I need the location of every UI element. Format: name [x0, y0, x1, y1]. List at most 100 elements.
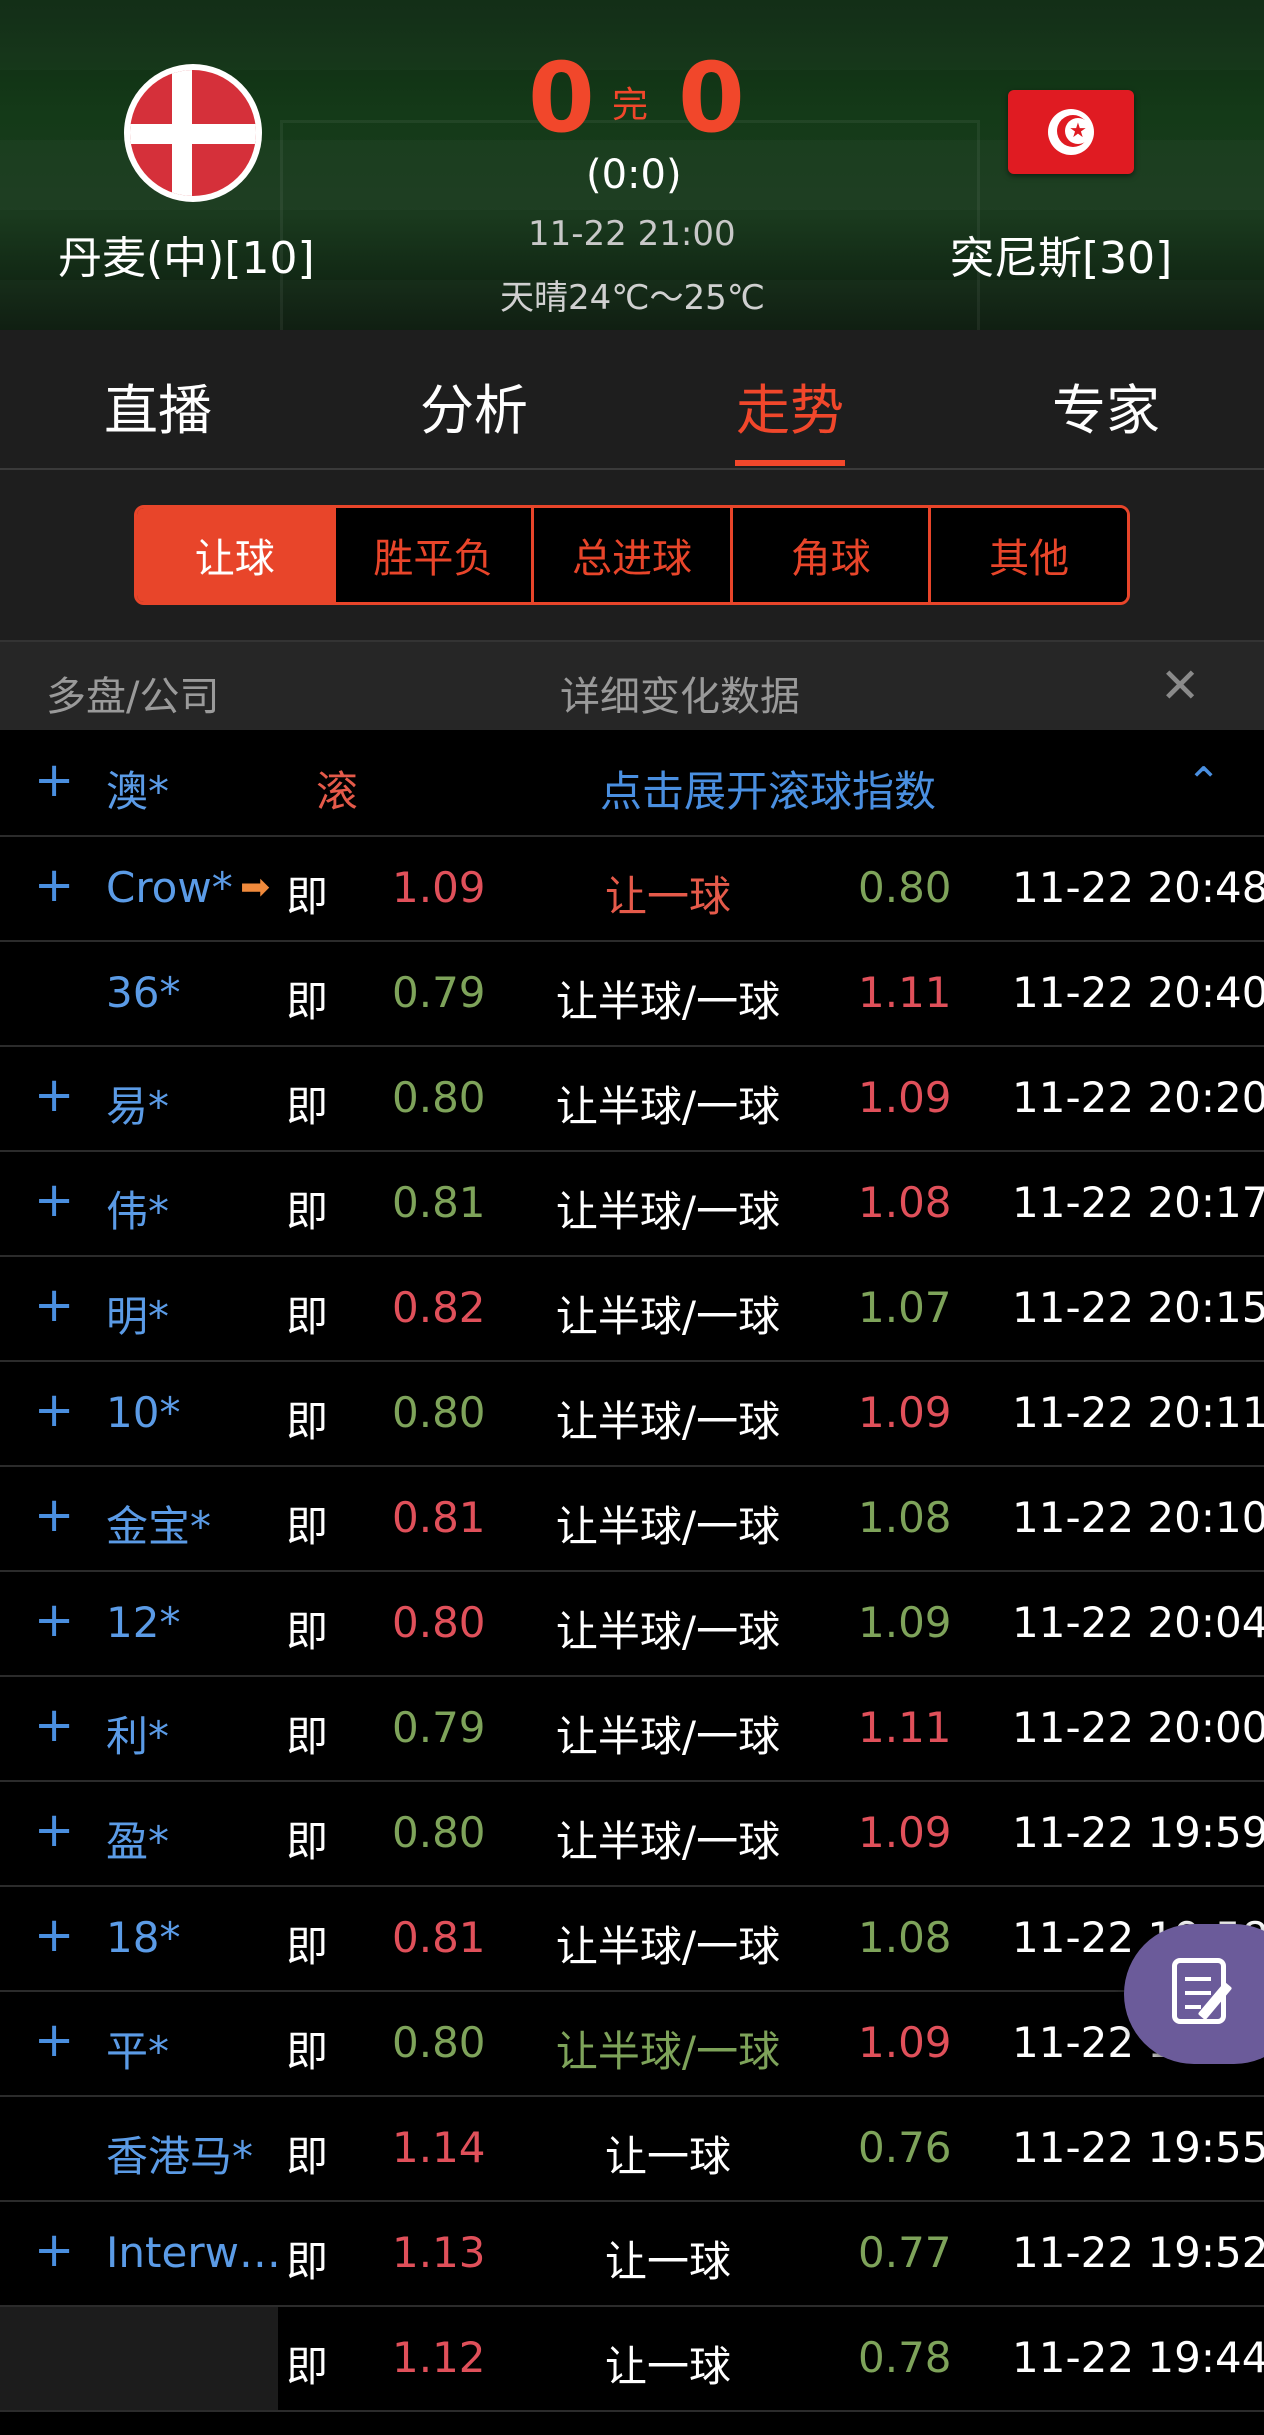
odds-row[interactable]: + 金宝* 即 0.81 让半球/一球 1.08 11-22 20:10 [0, 1467, 1264, 1572]
home-odds: 0.81 [392, 1493, 486, 1542]
expand-plus-icon[interactable]: + [34, 752, 74, 808]
blank-cell [0, 2307, 278, 2410]
arrow-right-icon: ➡ [240, 867, 271, 908]
odds-row[interactable]: + Interw… 即 1.13 让一球 0.77 11-22 19:52 [0, 2202, 1264, 2307]
company-name[interactable]: 香港马* [106, 2123, 253, 2184]
halftime-score: (0:0) [586, 152, 682, 198]
company-name[interactable]: Interw… [106, 2228, 281, 2277]
away-odds: 0.76 [858, 2123, 952, 2172]
away-odds: 1.09 [858, 1808, 952, 1857]
odds-row[interactable]: 香港马* 即 1.14 让一球 0.76 11-22 19:55 [0, 2097, 1264, 2202]
odds-row[interactable]: +10* 即 0.80 让半球/一球 1.09 11-22 20:11 [0, 1362, 1264, 1467]
expand-live-odds-link[interactable]: 点击展开滚球指数 [600, 758, 936, 819]
instant-tag: 即 [286, 2342, 329, 2391]
expand-plus-icon[interactable]: + [34, 1907, 74, 1963]
away-team-flag[interactable]: ★ [1008, 90, 1134, 174]
expand-plus-icon[interactable]: + [34, 1487, 74, 1543]
expand-plus-icon[interactable]: + [34, 1277, 74, 1333]
filter-total-goals[interactable]: 总进球 [534, 508, 733, 602]
company-name[interactable]: 金宝* [106, 1493, 211, 1554]
company-name[interactable]: 利* [106, 1703, 169, 1764]
away-odds: 0.77 [858, 2228, 952, 2277]
live-odds-row[interactable]: + 澳* 滚 点击展开滚球指数 ⌃ [0, 732, 1264, 837]
expand-plus-icon[interactable]: + [34, 1067, 74, 1123]
away-score: 0 [678, 42, 745, 154]
expand-plus-icon[interactable]: + [34, 2012, 74, 2068]
company-name[interactable]: 澳* [106, 758, 169, 819]
close-icon[interactable]: ✕ [1160, 658, 1200, 714]
handicap-line: 让一球 [604, 2132, 731, 2181]
company-name[interactable]: 明* [106, 1283, 169, 1344]
home-odds: 0.80 [392, 1808, 486, 1857]
match-header: ★ 丹麦(中)[10] 突尼斯[30] 0 完 0 (0:0) 11-22 21… [0, 0, 1264, 330]
company-name[interactable]: 12* [106, 1598, 180, 1647]
odds-row[interactable]: + 利* 即 0.79 让半球/一球 1.11 11-22 20:00 [0, 1677, 1264, 1782]
filter-1x2[interactable]: 胜平负 [335, 508, 535, 602]
away-odds: 1.08 [858, 1493, 952, 1542]
odds-row[interactable]: 36* 即 0.79 让半球/一球 1.11 11-22 20:40 [0, 942, 1264, 1047]
handicap-line: 让半球/一球 [555, 1292, 781, 1341]
tab-experts[interactable]: 专家 [1052, 366, 1160, 445]
company-name[interactable]: 10* [106, 1388, 180, 1437]
update-time: 11-22 19:52 [1012, 2228, 1264, 2277]
expand-plus-icon[interactable]: + [34, 1697, 74, 1753]
active-tab-indicator [735, 460, 845, 466]
update-time: 11-22 19:55 [1012, 2123, 1264, 2172]
expand-plus-icon[interactable]: + [34, 857, 74, 913]
instant-tag: 即 [286, 1292, 329, 1341]
tab-analysis[interactable]: 分析 [420, 366, 528, 445]
expand-plus-icon[interactable]: + [34, 2222, 74, 2278]
tab-live[interactable]: 直播 [104, 366, 212, 445]
filter-handicap[interactable]: 让球 [137, 508, 336, 602]
company-name[interactable]: 36* [106, 968, 180, 1017]
company-name[interactable]: 平* [106, 2018, 169, 2079]
company-name[interactable]: Crow* [106, 863, 233, 912]
expand-plus-icon[interactable]: + [34, 1382, 74, 1438]
odds-row[interactable]: + 盈* 即 0.80 让半球/一球 1.09 11-22 19:59 [0, 1782, 1264, 1887]
odds-row[interactable]: +12* 即 0.80 让半球/一球 1.09 11-22 20:04 [0, 1572, 1264, 1677]
company-name[interactable]: 伟* [106, 1178, 169, 1239]
away-team-name[interactable]: 突尼斯[30] [950, 222, 1172, 286]
home-odds: 0.82 [392, 1283, 486, 1332]
away-odds: 0.80 [858, 863, 952, 912]
tab-trend[interactable]: 走势 [736, 366, 844, 445]
handicap-line: 让半球/一球 [555, 1607, 781, 1656]
odds-row[interactable]: + 明* 即 0.82 让半球/一球 1.07 11-22 20:15 [0, 1257, 1264, 1362]
company-column-header[interactable]: 多盘/公司 [46, 664, 219, 722]
away-odds: 1.11 [858, 968, 952, 1017]
expand-plus-icon[interactable]: + [34, 1592, 74, 1648]
away-odds: 1.08 [858, 1913, 952, 1962]
company-name[interactable]: 易* [106, 1073, 169, 1134]
handicap-line: 让一球 [604, 2237, 731, 2286]
home-odds: 0.79 [392, 1703, 486, 1752]
odds-row[interactable]: + 易* 即 0.80 让半球/一球 1.09 11-22 20:20 [0, 1047, 1264, 1152]
instant-tag: 即 [286, 2237, 329, 2286]
expand-plus-icon[interactable]: + [34, 1172, 74, 1228]
home-team-flag[interactable] [124, 64, 262, 202]
instant-tag: 即 [286, 1922, 329, 1971]
chevron-up-icon[interactable]: ⌃ [1186, 758, 1221, 807]
home-odds: 0.80 [392, 1388, 486, 1437]
odds-row[interactable]: +18* 即 0.81 让半球/一球 1.08 11-22 19:58 [0, 1887, 1264, 1992]
odds-row[interactable]: + 伟* 即 0.81 让半球/一球 1.08 11-22 20:17 [0, 1152, 1264, 1257]
floating-note-button[interactable] [1124, 1924, 1264, 2064]
instant-tag: 即 [286, 1607, 329, 1656]
odds-row[interactable]: + Crow* ➡ 即 1.09 让一球 0.80 11-22 20:48 [0, 837, 1264, 942]
match-status: 完 [612, 85, 649, 126]
expand-plus-icon[interactable]: + [34, 1802, 74, 1858]
odds-row[interactable]: + 平* 即 0.80 让半球/一球 1.09 11-22 19:56 [0, 1992, 1264, 2097]
instant-tag: 即 [286, 1712, 329, 1761]
home-team-name[interactable]: 丹麦(中)[10] [58, 222, 315, 286]
handicap-line: 让半球/一球 [555, 977, 781, 1026]
filter-other[interactable]: 其他 [931, 508, 1127, 602]
handicap-line: 让半球/一球 [555, 2027, 781, 2076]
company-name[interactable]: 18* [106, 1913, 180, 1962]
match-datetime: 11-22 21:00 [528, 214, 736, 254]
update-time: 11-22 20:17 [1012, 1178, 1264, 1227]
odds-row[interactable]: 即 1.12 让一球 0.78 11-22 19:44 [0, 2307, 1264, 2412]
handicap-line: 让一球 [604, 872, 731, 921]
handicap-line: 让一球 [604, 2342, 731, 2391]
company-name[interactable]: 盈* [106, 1808, 169, 1869]
filter-corners[interactable]: 角球 [732, 508, 932, 602]
handicap-line: 让半球/一球 [555, 1502, 781, 1551]
